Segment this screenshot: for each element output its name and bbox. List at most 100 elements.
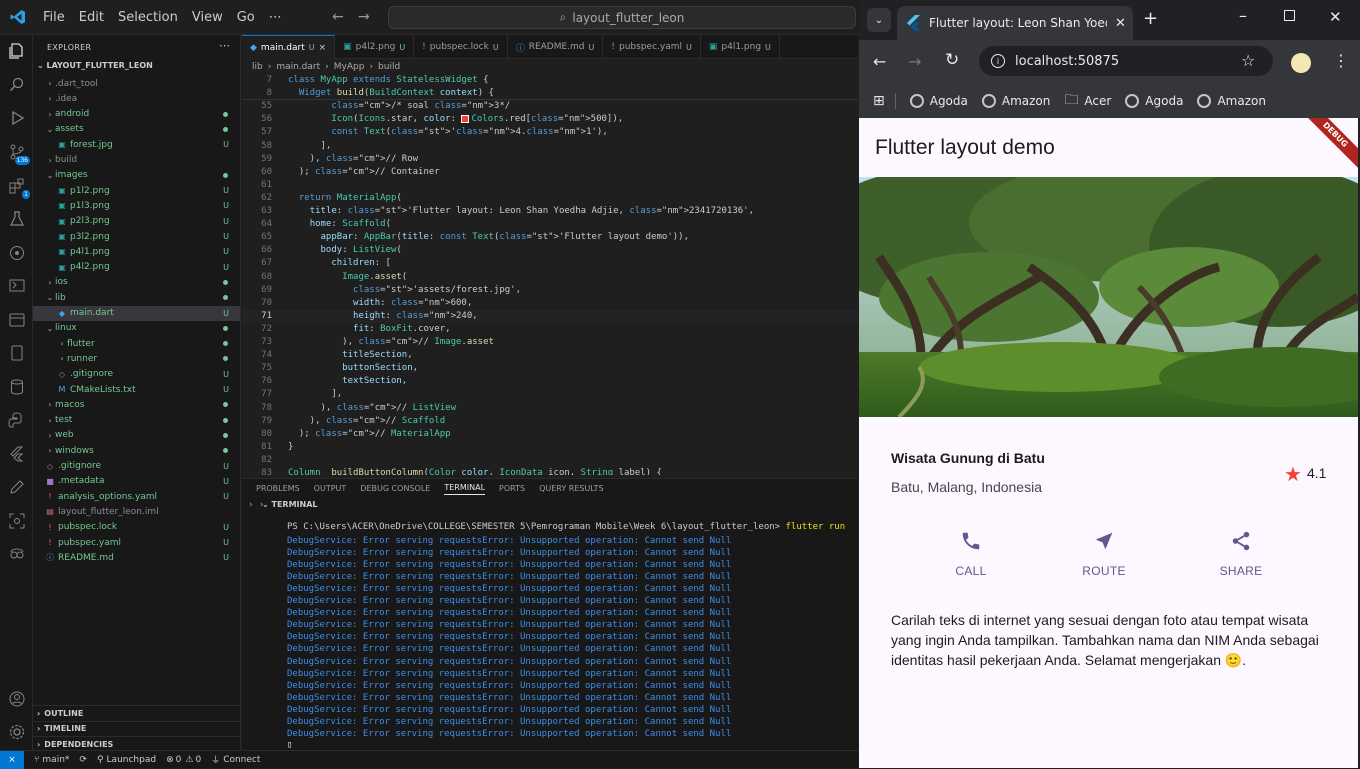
address-bar[interactable]: i localhost:50875 [979, 46, 1273, 76]
panel-tab[interactable]: TERMINAL [444, 483, 486, 495]
tree-item[interactable]: ! pubspec.lock U [33, 520, 240, 535]
gitlens-icon[interactable] [6, 242, 27, 263]
profile-avatar[interactable] [1291, 53, 1311, 73]
menu-item[interactable]: Edit [72, 10, 111, 25]
route-button[interactable]: ROUTE [1059, 530, 1149, 578]
flutter-icon[interactable] [6, 443, 27, 464]
breadcrumb-item[interactable]: main.dart [276, 62, 320, 72]
minimize-icon[interactable]: – [1239, 6, 1247, 25]
device-icon[interactable] [6, 342, 27, 363]
close-tab-icon[interactable]: × [319, 43, 327, 53]
scan-icon[interactable] [6, 510, 27, 531]
bookmark-item[interactable]: Amazon [981, 89, 1050, 113]
tree-item[interactable]: ⌄ lib [33, 290, 240, 305]
panel-tab[interactable]: DEBUG CONSOLE [360, 484, 430, 493]
forward-icon[interactable]: → [908, 52, 921, 71]
tab-search-icon[interactable]: ⌄ [867, 8, 891, 32]
database-icon[interactable] [6, 376, 27, 397]
pen-icon[interactable] [6, 476, 27, 497]
tree-item[interactable]: ◇ .gitignore U [33, 367, 240, 382]
tree-item[interactable]: › flutter [33, 336, 240, 351]
tree-item[interactable]: ⌄ linux [33, 321, 240, 336]
tree-item[interactable]: ⓘ README.md U [33, 550, 240, 565]
panel-tab[interactable]: QUERY RESULTS [539, 484, 604, 493]
editor-tab[interactable]: ! pubspec.yaml U [603, 35, 701, 59]
bookmark-item[interactable]: 🗀 Acer [1064, 89, 1111, 113]
apps-grid-icon[interactable]: ⊞ [873, 93, 885, 109]
tree-item[interactable]: ▣ p3l2.png U [33, 229, 240, 244]
tree-item[interactable]: ▣ p4l2.png U [33, 260, 240, 275]
site-info-icon[interactable]: i [991, 54, 1005, 68]
tree-item[interactable]: ▣ p1l3.png U [33, 198, 240, 213]
sidebar-section[interactable]: › DEPENDENCIES [33, 736, 240, 751]
settings-gear-icon[interactable] [6, 721, 27, 742]
extensions-icon[interactable]: 1 [6, 175, 30, 199]
maximize-icon[interactable] [1284, 10, 1295, 21]
menu-dots-icon[interactable]: ⋮ [1333, 51, 1349, 70]
editor-tab[interactable]: ◆ main.dart U × [242, 35, 336, 59]
reload-icon[interactable]: ↻ [945, 50, 959, 70]
tree-item[interactable]: › runner [33, 351, 240, 366]
tree-item[interactable]: M CMakeLists.txt U [33, 382, 240, 397]
editor-tab[interactable]: ⓘ README.md U [508, 35, 604, 59]
browser-tab[interactable]: Flutter layout: Leon Shan Yoedha Adjie ✕ [897, 6, 1133, 40]
call-button[interactable]: CALL [926, 530, 1016, 578]
search-icon[interactable] [6, 74, 27, 95]
bookmark-item[interactable]: Amazon [1197, 89, 1266, 113]
bookmark-item[interactable]: Agoda [1125, 89, 1183, 113]
docker-icon[interactable] [6, 309, 27, 330]
menu-item[interactable]: Selection [111, 10, 185, 25]
editor-tab[interactable]: ▣ p4l1.png U [701, 35, 780, 59]
testing-icon[interactable] [6, 208, 27, 229]
tree-item[interactable]: ▤ layout_flutter_leon.iml [33, 504, 240, 519]
share-button[interactable]: SHARE [1196, 530, 1286, 578]
account-icon[interactable] [6, 688, 27, 709]
tree-item[interactable]: ▣ p4l1.png U [33, 244, 240, 259]
close-window-icon[interactable]: ✕ [1329, 8, 1342, 26]
tree-item[interactable]: › macos [33, 397, 240, 412]
tree-item[interactable]: ! analysis_options.yaml U [33, 489, 240, 504]
forward-arrow-icon[interactable]: → [358, 9, 370, 25]
run-debug-icon[interactable] [6, 107, 27, 128]
panel-tab[interactable]: PORTS [499, 484, 525, 493]
menu-item[interactable]: File [36, 10, 72, 25]
sidebar-section[interactable]: › TIMELINE [33, 720, 240, 736]
tree-item[interactable]: ◇ .gitignore U [33, 459, 240, 474]
close-tab-icon[interactable]: ✕ [1115, 16, 1126, 31]
tree-item[interactable]: ▣ p2l3.png U [33, 214, 240, 229]
tree-item[interactable]: › .idea [33, 91, 240, 106]
tree-item[interactable]: ▣ forest.jpg U [33, 137, 240, 152]
menu-item[interactable]: ⋯ [262, 10, 289, 25]
remote-indicator-icon[interactable]: ⨯ [0, 750, 24, 769]
tree-item[interactable]: › web [33, 428, 240, 443]
tree-item[interactable]: ◆ main.dart U [33, 305, 240, 321]
tree-item[interactable]: › ios [33, 275, 240, 290]
menu-item[interactable]: View [185, 10, 230, 25]
terminal-panel[interactable]: › › ⌄ TERMINAL PS C:\Users\ACER\OneDrive… [242, 498, 858, 750]
more-actions-icon[interactable]: ⋯ [219, 39, 230, 52]
tree-item[interactable]: › .dart_tool [33, 76, 240, 91]
source-control-icon[interactable]: 136 [6, 141, 30, 165]
back-arrow-icon[interactable]: ← [332, 9, 344, 25]
breadcrumb-item[interactable]: MyApp [334, 62, 365, 72]
warning-count[interactable]: 0 [195, 755, 201, 765]
copilot-icon[interactable] [6, 543, 27, 564]
tree-item[interactable]: › test [33, 413, 240, 428]
editor-tab[interactable]: ▣ p4l2.png U [335, 35, 415, 59]
bookmark-item[interactable]: Agoda [909, 89, 968, 113]
menu-item[interactable]: Go [230, 10, 262, 25]
connect-label[interactable]: Connect [223, 755, 260, 765]
breadcrumb-item[interactable]: build [378, 62, 400, 72]
tree-item[interactable]: ■ .metadata U [33, 474, 240, 489]
command-center[interactable]: ⌕ layout_flutter_leon [388, 6, 856, 29]
tree-item[interactable]: › build [33, 153, 240, 168]
back-icon[interactable]: ← [873, 52, 886, 71]
new-tab-icon[interactable]: + [1143, 8, 1158, 29]
panel-tab[interactable]: PROBLEMS [256, 484, 300, 493]
launchpad-label[interactable]: Launchpad [107, 755, 157, 765]
tree-item[interactable]: › android [33, 107, 240, 122]
tree-item[interactable]: ⌄ assets [33, 122, 240, 137]
tree-item[interactable]: ⌄ images [33, 168, 240, 183]
python-icon[interactable] [6, 409, 27, 430]
editor-tab[interactable]: ! pubspec.lock U [414, 35, 508, 59]
